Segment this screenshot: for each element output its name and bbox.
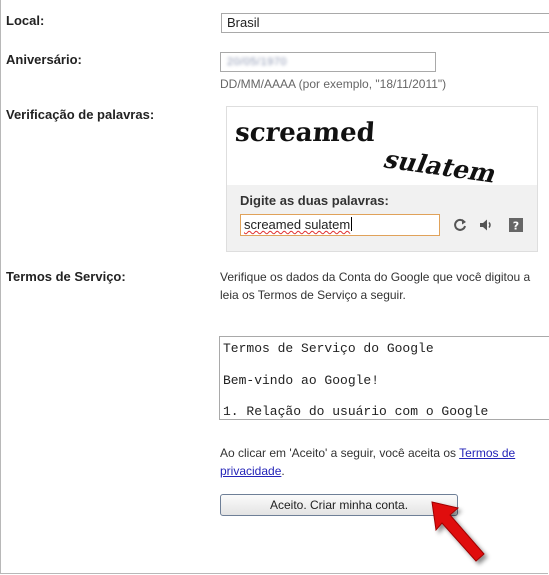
birthday-input-value: 20/05/1970 — [227, 56, 288, 68]
country-select-value: Brasil — [227, 15, 260, 30]
birthday-input[interactable]: 20/05/1970 — [220, 52, 436, 72]
captcha-widget: screamed sulatem Digite as duas palavras… — [226, 106, 538, 252]
terms-link[interactable]: Termos de — [459, 446, 515, 460]
captcha-word-1: screamed — [234, 118, 376, 148]
pointer-arrow-icon — [431, 501, 485, 562]
svg-text:?: ? — [513, 220, 519, 233]
captcha-image: screamed sulatem — [227, 107, 537, 188]
accept-prefix: Ao clicar em 'Aceito' a seguir, você ace… — [220, 446, 460, 460]
help-icon[interactable]: ? — [508, 217, 524, 233]
terms-label: Termos de Serviço: — [6, 269, 126, 284]
terms-intro: Verifique os dados da Conta do Google qu… — [220, 268, 549, 304]
terms-intro-line-2: leia os Termos de Serviço a seguir. — [220, 288, 406, 302]
country-select[interactable]: Brasil — [221, 13, 549, 33]
terms-intro-line-1: Verifique os dados da Conta do Google qu… — [220, 270, 531, 284]
accept-create-account-button[interactable]: Aceito. Criar minha conta. — [220, 494, 458, 516]
tos-line: Bem-vindo ao Google! — [223, 373, 380, 388]
tos-line: 1. Relação do usuário com o Google — [223, 404, 489, 419]
accept-suffix: . — [281, 464, 285, 478]
captcha-word-2: sulatem — [380, 144, 502, 185]
terms-of-service-textarea[interactable]: Termos de Serviço do Google Bem-vindo ao… — [219, 336, 549, 420]
refresh-icon[interactable] — [452, 217, 468, 233]
text-caret — [351, 217, 353, 231]
captcha-input[interactable]: screamed sulatem — [240, 214, 440, 236]
birthday-label: Aniversário: — [6, 52, 82, 67]
privacy-link[interactable]: privacidade — [220, 464, 281, 478]
accept-notice: Ao clicar em 'Aceito' a seguir, você ace… — [220, 444, 549, 480]
birthday-hint: DD/MM/AAAA (por exemplo, "18/11/2011") — [220, 77, 447, 91]
audio-icon[interactable] — [478, 217, 494, 233]
captcha-input-value: screamed sulatem — [244, 217, 351, 232]
word-verification-label: Verificação de palavras: — [6, 107, 155, 122]
local-label: Local: — [6, 13, 45, 28]
tos-line: Termos de Serviço do Google — [223, 341, 434, 356]
captcha-prompt: Digite as duas palavras: — [240, 193, 389, 208]
